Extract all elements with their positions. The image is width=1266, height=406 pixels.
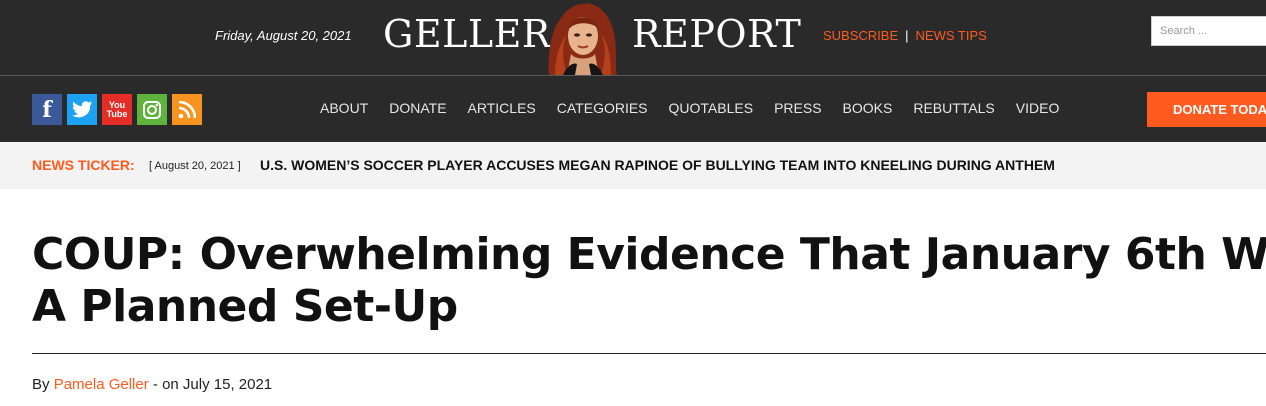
site-header: Friday, August 20, 2021 GELLER REPORT SU… xyxy=(0,0,1266,75)
nav-press[interactable]: PRESS xyxy=(774,100,821,116)
logo-portrait[interactable] xyxy=(541,0,623,75)
nav-donate[interactable]: DONATE xyxy=(389,100,446,116)
nav-books[interactable]: BOOKS xyxy=(843,100,893,116)
logo-text-geller[interactable]: GELLER xyxy=(383,12,551,56)
main-nav: ABOUT DONATE ARTICLES CATEGORIES QUOTABL… xyxy=(320,100,1080,116)
facebook-icon[interactable]: f xyxy=(32,94,62,125)
facebook-glyph: f xyxy=(42,96,52,123)
main-nav-bar: f You Tube ABOUT DONATE ARTICLES CATEGOR… xyxy=(0,75,1266,142)
byline-date: - on July 15, 2021 xyxy=(152,376,273,393)
twitter-icon[interactable] xyxy=(67,94,97,125)
article-title: COUP: Overwhelming Evidence That January… xyxy=(32,229,1266,333)
article-title-line-1: COUP: Overwhelming Evidence That January… xyxy=(32,229,1266,280)
ticker-label: NEWS TICKER: xyxy=(32,157,135,173)
byline-prefix: By xyxy=(32,376,50,393)
header-link-separator: | xyxy=(905,28,909,43)
nav-rebuttals[interactable]: REBUTTALS xyxy=(913,100,994,116)
subscribe-link[interactable]: SUBSCRIBE xyxy=(823,28,898,43)
nav-about[interactable]: ABOUT xyxy=(320,100,368,116)
nav-quotables[interactable]: QUOTABLES xyxy=(669,100,754,116)
news-ticker: NEWS TICKER: [ August 20, 2021 ] U.S. WO… xyxy=(0,142,1266,189)
header-date: Friday, August 20, 2021 xyxy=(215,28,352,43)
nav-categories[interactable]: CATEGORIES xyxy=(557,100,648,116)
logo-text-report[interactable]: REPORT xyxy=(632,12,801,56)
nav-articles[interactable]: ARTICLES xyxy=(468,100,536,116)
nav-video[interactable]: VIDEO xyxy=(1016,100,1060,116)
author-link[interactable]: Pamela Geller xyxy=(54,376,149,393)
ticker-date: [ August 20, 2021 ] xyxy=(149,160,241,172)
donate-today-button[interactable]: DONATE TODAY xyxy=(1147,92,1266,127)
news-tips-link[interactable]: NEWS TIPS xyxy=(916,28,987,43)
rss-icon[interactable] xyxy=(172,94,202,125)
article-title-line-2: A Planned Set-Up xyxy=(32,281,458,332)
byline: By Pamela Geller - on July 15, 2021 xyxy=(32,376,272,393)
header-links: SUBSCRIBE | NEWS TIPS xyxy=(823,28,987,43)
youtube-icon[interactable]: You Tube xyxy=(102,94,132,125)
title-divider xyxy=(32,353,1266,354)
youtube-glyph: You Tube xyxy=(106,99,128,119)
instagram-icon[interactable] xyxy=(137,94,167,125)
search-input[interactable]: Search ... xyxy=(1151,16,1266,46)
ticker-headline-link[interactable]: U.S. WOMEN’S SOCCER PLAYER ACCUSES MEGAN… xyxy=(260,157,1055,173)
